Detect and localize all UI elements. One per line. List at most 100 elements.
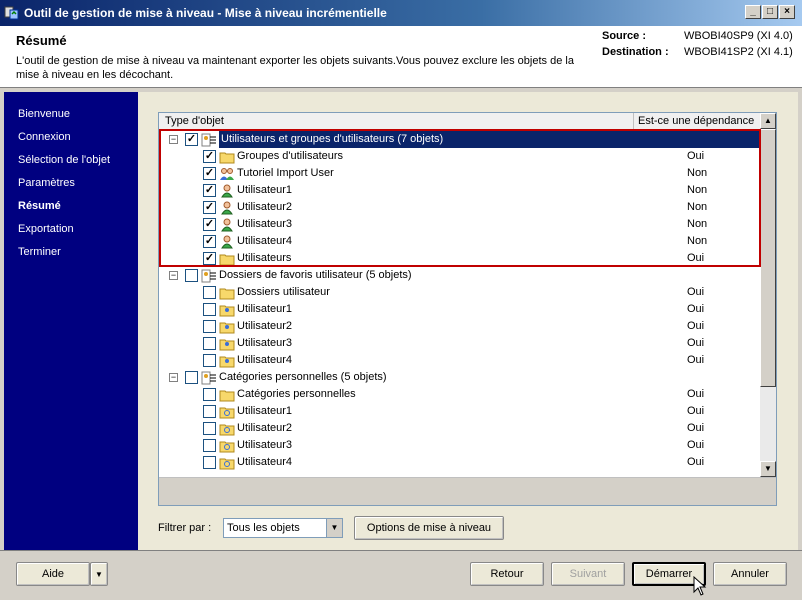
tree-item-row[interactable]: Utilisateur4 Oui: [159, 454, 759, 471]
step-connexion: Connexion: [18, 131, 71, 143]
scroll-thumb[interactable]: [760, 129, 776, 387]
collapse-toggle-icon[interactable]: −: [169, 373, 178, 382]
tree-item-row[interactable]: ✓ Tutoriel Import User Non: [159, 165, 759, 182]
tree-item-row[interactable]: Utilisateur4 Oui: [159, 352, 759, 369]
checkbox-checked[interactable]: ✓: [203, 218, 216, 231]
page-header: Résumé L'outil de gestion de mise à nive…: [0, 26, 802, 88]
column-header-dependency[interactable]: Est-ce une dépendance: [634, 113, 760, 130]
user-folder-icon: [219, 320, 235, 334]
checkbox-unchecked[interactable]: [203, 422, 216, 435]
checkbox-unchecked[interactable]: [203, 388, 216, 401]
row-label: Utilisateur1: [237, 303, 293, 315]
tree-item-row[interactable]: ✓ Utilisateur1 Non: [159, 182, 759, 199]
row-dependency: Oui: [687, 354, 705, 366]
checkbox-checked[interactable]: ✓: [203, 184, 216, 197]
step-resume: Résumé: [18, 200, 61, 212]
checkbox-unchecked[interactable]: [203, 405, 216, 418]
tree-item-row[interactable]: Utilisateur3 Oui: [159, 335, 759, 352]
tree-item-row[interactable]: ✓ Utilisateur2 Non: [159, 199, 759, 216]
checkbox-unchecked[interactable]: [203, 286, 216, 299]
objects-tree-list[interactable]: Type d'objet Est-ce une dépendance − ✓ Uti…: [158, 112, 777, 506]
user-icon: [219, 218, 235, 232]
window-title-bar[interactable]: Outil de gestion de mise à niveau - Mise…: [0, 0, 802, 26]
row-label: Dossiers de favoris utilisateur (5 objet…: [219, 269, 412, 281]
cancel-button[interactable]: Annuler: [713, 562, 787, 586]
row-dependency: Oui: [687, 388, 705, 400]
checkbox-unchecked[interactable]: [185, 371, 198, 384]
tree-item-row[interactable]: Utilisateur2 Oui: [159, 318, 759, 335]
scroll-up-button[interactable]: ▲: [760, 113, 776, 129]
back-button[interactable]: Retour: [470, 562, 544, 586]
filter-label: Filtrer par :: [158, 522, 212, 534]
checkbox-unchecked[interactable]: [203, 439, 216, 452]
list-bottom-bar: [159, 477, 776, 505]
tree-item-row[interactable]: Utilisateur1 Oui: [159, 301, 759, 318]
vertical-scrollbar[interactable]: ▲ ▼: [760, 113, 776, 477]
checkbox-unchecked[interactable]: [203, 456, 216, 469]
tree-group-row[interactable]: − ✓ Utilisateurs et groupes d'utilisateurs…: [159, 131, 759, 148]
row-label: Utilisateur4: [237, 456, 293, 468]
tree-item-row[interactable]: ✓ Utilisateur3 Non: [159, 216, 759, 233]
checkbox-checked[interactable]: ✓: [203, 235, 216, 248]
tree-item-row[interactable]: Utilisateur1 Oui: [159, 403, 759, 420]
checkbox-unchecked[interactable]: [203, 320, 216, 333]
upgrade-options-button[interactable]: Options de mise à niveau: [354, 516, 504, 540]
checkbox-checked[interactable]: ✓: [203, 252, 216, 265]
row-dependency: Oui: [687, 286, 705, 298]
checkbox-unchecked[interactable]: [203, 354, 216, 367]
minimize-button[interactable]: _: [745, 5, 761, 19]
next-button[interactable]: Suivant: [551, 562, 625, 586]
personal-categories-icon: [201, 371, 217, 385]
row-dependency: Oui: [687, 422, 705, 434]
category-icon: [219, 422, 235, 436]
tree-group-row[interactable]: − Dossiers de favoris utilisateur (5 obje…: [159, 267, 759, 284]
scroll-down-button[interactable]: ▼: [760, 461, 776, 477]
page-description: L'outil de gestion de mise à niveau va m…: [16, 55, 574, 81]
filter-select[interactable]: Tous les objets ▼: [223, 518, 343, 538]
chevron-down-icon: ▼: [95, 570, 103, 579]
checkbox-checked[interactable]: ✓: [185, 133, 198, 146]
row-label: Utilisateurs: [237, 252, 292, 264]
maximize-button[interactable]: □: [762, 5, 778, 19]
tree-item-row[interactable]: Utilisateur2 Oui: [159, 420, 759, 437]
close-button[interactable]: ×: [779, 5, 795, 19]
tree-item-row[interactable]: ✓ Utilisateur4 Non: [159, 233, 759, 250]
collapse-toggle-icon[interactable]: −: [169, 135, 178, 144]
checkbox-unchecked[interactable]: [185, 269, 198, 282]
column-header-type[interactable]: Type d'objet: [159, 113, 634, 130]
user-icon: [219, 235, 235, 249]
user-icon: [219, 184, 235, 198]
row-dependency: Oui: [687, 320, 705, 332]
checkbox-checked[interactable]: ✓: [203, 167, 216, 180]
help-button[interactable]: Aide: [16, 562, 90, 586]
step-exportation: Exportation: [18, 223, 74, 235]
row-label: Utilisateur2: [237, 422, 293, 434]
row-label: Utilisateur3: [237, 218, 293, 230]
tree-item-row[interactable]: ✓ Groupes d'utilisateurs Oui: [159, 148, 759, 165]
row-label: Catégories personnelles (5 objets): [219, 371, 387, 383]
chevron-down-icon[interactable]: ▼: [326, 519, 342, 537]
checkbox-checked[interactable]: ✓: [203, 201, 216, 214]
row-label: Utilisateur4: [237, 235, 293, 247]
user-icon: [219, 201, 235, 215]
app-icon: [4, 6, 19, 20]
users-groups-icon: [201, 133, 217, 147]
row-label: Utilisateur1: [237, 405, 293, 417]
tree-item-row[interactable]: Dossiers utilisateur Oui: [159, 284, 759, 301]
tree-group-row[interactable]: − Catégories personnelles (5 objets): [159, 369, 759, 386]
checkbox-unchecked[interactable]: [203, 303, 216, 316]
category-icon: [219, 456, 235, 470]
folder-icon: [219, 286, 235, 300]
tree-item-row[interactable]: Utilisateur3 Oui: [159, 437, 759, 454]
row-dependency: Non: [687, 201, 708, 213]
tree-item-row[interactable]: Catégories personnelles Oui: [159, 386, 759, 403]
tree-item-row[interactable]: ✓ Utilisateurs Oui: [159, 250, 759, 267]
row-dependency: Oui: [687, 150, 705, 162]
row-dependency: Oui: [687, 405, 705, 417]
folder-icon: [219, 252, 235, 266]
help-dropdown-button[interactable]: ▼: [90, 562, 108, 586]
checkbox-checked[interactable]: ✓: [203, 150, 216, 163]
collapse-toggle-icon[interactable]: −: [169, 271, 178, 280]
row-dependency: Non: [687, 235, 708, 247]
checkbox-unchecked[interactable]: [203, 337, 216, 350]
